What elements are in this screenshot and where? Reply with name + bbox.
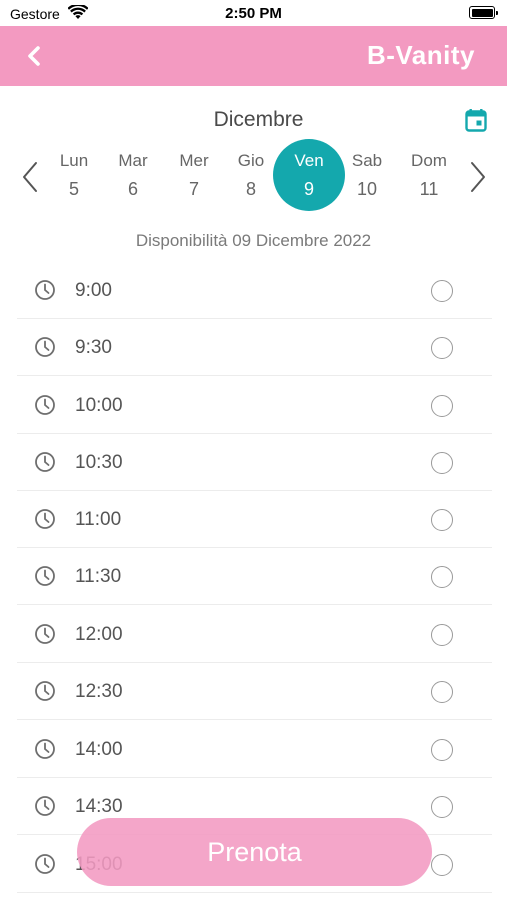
status-bar: Gestore 2:50 PM [0,0,507,26]
time-slot[interactable]: 9:30 [17,319,492,376]
clock-icon [34,795,56,817]
time-slot[interactable]: 12:00 [17,606,492,663]
calendar-icon[interactable] [465,108,487,132]
day-number: 5 [68,179,79,199]
nav-bar: B-Vanity [0,26,507,86]
battery-icon [469,6,498,19]
chevron-left-icon [28,46,40,66]
slot-radio[interactable] [431,624,453,646]
clock-icon [34,336,56,358]
previous-week-button[interactable] [20,160,42,194]
day-number: 9 [303,179,314,199]
slot-radio[interactable] [431,509,453,531]
slot-radio[interactable] [431,739,453,761]
day-number: 6 [127,179,138,199]
day-lun[interactable]: Lun 5 [44,151,104,200]
day-sab[interactable]: Sab 10 [337,151,397,200]
day-number: 10 [356,179,378,199]
chevron-right-icon [471,162,485,192]
day-gio[interactable]: Gio 8 [221,151,281,200]
day-ven-selected[interactable]: Ven 9 [279,151,339,200]
slot-time: 12:30 [75,681,123,702]
day-mer[interactable]: Mer 7 [164,151,224,200]
book-button[interactable]: Prenota [77,818,432,886]
slot-time: 14:30 [75,796,123,817]
day-name: Mer [179,151,209,170]
slot-time: 10:30 [75,452,123,473]
next-week-button[interactable] [466,160,488,194]
slot-time: 11:30 [75,566,122,587]
availability-label: Disponibilità 09 Dicembre 2022 [135,231,372,250]
day-number: 11 [419,179,439,199]
day-name: Sab [351,151,383,170]
day-number: 8 [245,179,256,199]
slot-radio[interactable] [431,395,453,417]
slot-radio[interactable] [431,280,453,302]
time-slot[interactable]: 14:00 [17,721,492,778]
slot-time: 9:30 [75,337,112,358]
slot-time: 12:00 [75,624,123,645]
time-slot[interactable]: 9:00 [17,262,492,319]
time-slot[interactable]: 10:00 [17,377,492,434]
time-slot[interactable]: 11:30 [17,548,492,605]
clock-icon [34,853,56,875]
clock-icon [34,565,56,587]
clock-icon [34,279,56,301]
clock-icon [34,451,56,473]
day-name: Gio [237,151,265,170]
slot-time: 10:00 [75,395,123,416]
month-title: Dicembre [213,108,304,131]
slot-radio[interactable] [431,681,453,703]
chevron-left-icon [23,162,37,192]
day-name: Lun [59,151,89,170]
day-mar[interactable]: Mar 6 [103,151,163,200]
day-name: Ven [294,151,324,170]
time-slot[interactable]: 11:00 [17,491,492,548]
back-button[interactable] [20,42,50,70]
app-title: B-Vanity [366,40,475,70]
status-time: 2:50 PM [225,5,282,22]
slot-radio[interactable] [431,566,453,588]
time-slot[interactable]: 10:30 [17,434,492,491]
day-name: Mar [118,151,148,170]
day-name: Dom [411,151,447,170]
clock-icon [34,680,56,702]
clock-icon [34,394,56,416]
time-slot[interactable]: 12:30 [17,663,492,720]
slot-radio[interactable] [431,796,453,818]
slot-time: 9:00 [75,280,112,301]
slot-time: 14:00 [75,739,123,760]
slot-radio[interactable] [431,854,453,876]
slot-radio[interactable] [431,337,453,359]
clock-icon [34,508,56,530]
slot-radio[interactable] [431,452,453,474]
day-dom[interactable]: Dom 11 [399,151,459,200]
slot-time: 11:00 [75,509,122,530]
clock-icon [34,623,56,645]
clock-icon [34,738,56,760]
day-number: 7 [188,179,199,199]
